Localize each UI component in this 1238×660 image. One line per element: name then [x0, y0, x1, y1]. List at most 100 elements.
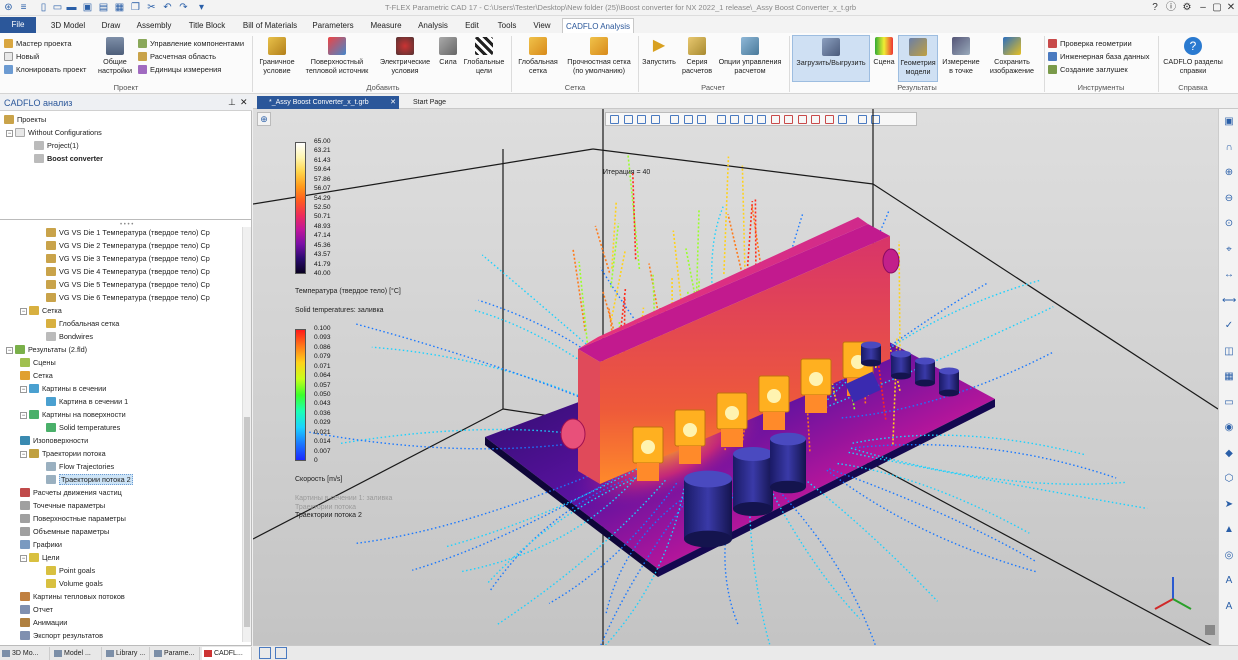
folder-icon[interactable]: ▬: [66, 2, 77, 13]
calc-control-options-button[interactable]: Опции управления расчетом: [714, 35, 786, 82]
window-icon[interactable]: [275, 647, 287, 659]
tree-item[interactable]: − Траектории потока: [20, 448, 106, 460]
print-icon[interactable]: ▦: [114, 2, 125, 13]
dimension-icon[interactable]: ↔: [1222, 268, 1236, 281]
tab-start-page[interactable]: Start Page: [401, 96, 457, 109]
tab-draw[interactable]: Draw: [97, 18, 125, 33]
surface-heat-source-button[interactable]: Поверхностный тепловой источник: [300, 35, 374, 82]
load-unload-button[interactable]: Загрузить/Выгрузить: [792, 35, 870, 82]
undo-icon[interactable]: ↶: [162, 2, 173, 13]
zoom-out-icon[interactable]: ⊖: [1222, 192, 1236, 205]
tree-item[interactable]: VG VS Die 4 Температура (твердое тело) С…: [46, 266, 210, 278]
tab-assembly[interactable]: Assembly: [133, 18, 175, 33]
tree-item[interactable]: VG VS Die 1 Температура (твердое тело) С…: [46, 227, 210, 239]
cone-icon[interactable]: ▲: [1222, 523, 1236, 536]
tree-item[interactable]: Volume goals: [46, 578, 103, 590]
create-lids-button[interactable]: Создание заглушек: [1048, 64, 1128, 75]
close-panel-icon[interactable]: ✕: [240, 97, 248, 108]
strength-mesh-button[interactable]: Прочностная сетка (по умолчанию): [562, 35, 636, 82]
tab-cadflo-panel[interactable]: CADFL...: [202, 647, 252, 660]
cadflo-help-button[interactable]: ? CADFLO разделы справки: [1160, 35, 1226, 82]
section-icon[interactable]: ◫: [1222, 345, 1236, 358]
tree-item[interactable]: − Картины на поверхности: [20, 409, 126, 421]
tree-item[interactable]: Точечные параметры: [20, 500, 105, 512]
layout-icon[interactable]: [259, 647, 271, 659]
tree-item[interactable]: Bondwires: [46, 331, 93, 343]
save-image-button[interactable]: Сохранить изображение: [984, 35, 1040, 82]
tab-boost-converter-doc[interactable]: *_Assy Boost Converter_x_t.grb ✕: [257, 96, 399, 109]
pin-icon[interactable]: ⊥: [228, 97, 236, 108]
clone-project-button[interactable]: Клонировать проект: [4, 64, 86, 75]
tree-item[interactable]: Траектории потока 2: [46, 474, 133, 486]
tree-item[interactable]: Картина в сечении 1: [46, 396, 128, 408]
arrow-icon[interactable]: ➤: [1222, 498, 1236, 511]
sphere-icon[interactable]: ◉: [1222, 421, 1236, 434]
tree-item[interactable]: Анимации: [20, 617, 67, 629]
tab-library-panel[interactable]: Library ...: [104, 647, 150, 660]
tree-item[interactable]: Объемные параметры: [20, 526, 109, 538]
save-icon[interactable]: ▣: [82, 2, 93, 13]
computational-domain-button[interactable]: Расчетная область: [138, 51, 216, 62]
3d-viewport[interactable]: ⊕ Итерация = 40 65.00 63.21 61.43 59.64 …: [253, 109, 1218, 645]
check-geometry-button[interactable]: Проверка геометрии: [1048, 38, 1132, 49]
tab-3d-model[interactable]: 3D Model: [45, 18, 91, 33]
force-button[interactable]: Сила: [436, 35, 460, 82]
electrical-conditions-button[interactable]: Электрические условия: [376, 35, 434, 82]
tree-item[interactable]: Изоповерхности: [20, 435, 88, 447]
tree-item[interactable]: Flow Trajectories: [46, 461, 114, 473]
tab-3d-model-panel[interactable]: 3D Mo...: [0, 647, 50, 660]
tree-item-project-1[interactable]: Project(1): [34, 140, 79, 152]
tree-item[interactable]: Отчет: [20, 604, 53, 616]
point-measure-button[interactable]: Измерение в точке: [940, 35, 982, 82]
tree-item[interactable]: VG VS Die 6 Температура (твердое тело) С…: [46, 292, 210, 304]
tree-item[interactable]: Сцены: [20, 357, 56, 369]
open-icon[interactable]: ▭: [52, 2, 63, 13]
info-icon[interactable]: ⓘ: [1164, 1, 1178, 14]
collapse-toggle-icon[interactable]: −: [6, 347, 13, 354]
copy-icon[interactable]: ❐: [130, 2, 141, 13]
scrollbar[interactable]: [242, 227, 251, 642]
component-control-button[interactable]: Управление компонентами: [138, 38, 244, 49]
measure-icon[interactable]: ⌖: [1222, 243, 1236, 256]
tree-item[interactable]: − Результаты (2.fld): [6, 344, 87, 356]
tree-item-without-configurations[interactable]: − Without Configurations: [6, 127, 102, 139]
tree-item[interactable]: Сетка: [20, 370, 53, 382]
tab-title-block[interactable]: Title Block: [184, 18, 230, 33]
collapse-toggle-icon[interactable]: −: [20, 451, 27, 458]
tab-view[interactable]: View: [528, 18, 556, 33]
scrollbar-thumb[interactable]: [244, 417, 250, 627]
settings-icon[interactable]: ⚙: [1180, 1, 1194, 14]
model-geometry-button[interactable]: Геометрия модели: [898, 35, 938, 82]
collapse-toggle-icon[interactable]: −: [20, 412, 27, 419]
tree-item[interactable]: − Картины в сечении: [20, 383, 106, 395]
close-tab-icon[interactable]: ✕: [390, 96, 396, 109]
scene-button[interactable]: Сцена: [872, 35, 896, 82]
tree-item[interactable]: − Цели: [20, 552, 60, 564]
boundary-condition-button[interactable]: Граничное условие: [256, 35, 298, 82]
new-icon[interactable]: ▯: [38, 2, 49, 13]
zoom-in-icon[interactable]: ⊕: [1222, 166, 1236, 179]
check-icon[interactable]: ✓: [1222, 319, 1236, 332]
tab-cadflo-analysis[interactable]: CADFLO Analysis: [562, 18, 634, 33]
new-project-button[interactable]: Новый: [4, 51, 39, 62]
app-logo-icon[interactable]: ⊛: [3, 2, 14, 13]
collapse-toggle-icon[interactable]: −: [20, 555, 27, 562]
tree-item-boost-converter[interactable]: Boost converter: [34, 153, 103, 165]
tree-item[interactable]: − Сетка: [20, 305, 62, 317]
text-icon[interactable]: A: [1222, 574, 1236, 587]
tab-bill-of-materials[interactable]: Bill of Materials: [239, 18, 301, 33]
tree-item[interactable]: Глобальная сетка: [46, 318, 119, 330]
collapse-toggle-icon[interactable]: −: [20, 386, 27, 393]
redo-icon[interactable]: ↷: [178, 2, 189, 13]
plane-icon[interactable]: ▭: [1222, 396, 1236, 409]
tab-model-panel[interactable]: Model ...: [52, 647, 102, 660]
cylinder-icon[interactable]: ⬡: [1222, 472, 1236, 485]
global-mesh-button[interactable]: Глобальная сетка: [514, 35, 562, 82]
minimize-button[interactable]: –: [1196, 1, 1210, 14]
tree-item[interactable]: Графики: [20, 539, 62, 551]
tab-tools[interactable]: Tools: [492, 18, 522, 33]
global-goals-button[interactable]: Глобальные цели: [462, 35, 506, 82]
tree-item[interactable]: VG VS Die 2 Температура (твердое тело) С…: [46, 240, 210, 252]
menu-icon[interactable]: ≡: [18, 2, 29, 13]
distance-icon[interactable]: ⟷: [1222, 294, 1236, 307]
